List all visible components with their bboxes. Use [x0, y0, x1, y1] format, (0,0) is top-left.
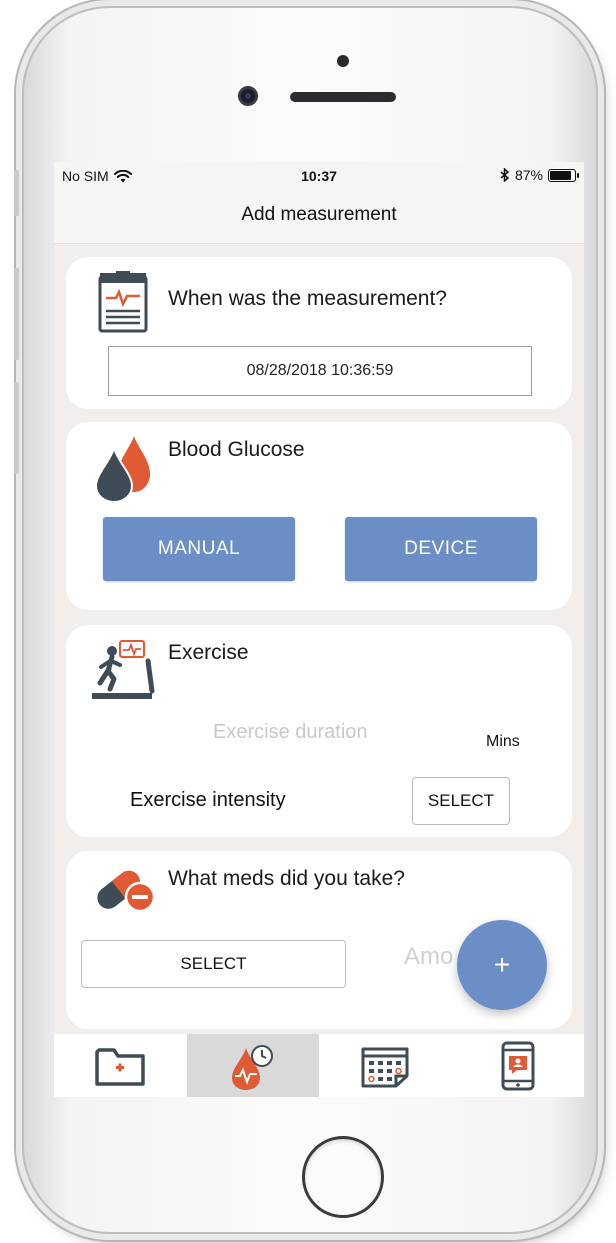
- measurement-datetime-field[interactable]: 08/28/2018 10:36:59: [108, 346, 532, 396]
- medical-folder-icon: [95, 1047, 145, 1086]
- clipboard-chart-icon: [98, 271, 148, 333]
- volume-up-button: [14, 268, 19, 360]
- exercise-title: Exercise: [168, 641, 249, 664]
- treadmill-icon: [92, 640, 155, 699]
- blood-timer-icon: [231, 1044, 273, 1090]
- exercise-intensity-select[interactable]: SELECT: [412, 777, 510, 825]
- page-title: Add measurement: [241, 204, 397, 225]
- mute-switch: [14, 170, 19, 216]
- exercise-card: Exercise Exercise duration Mins Exercise…: [66, 625, 572, 837]
- battery-icon: [548, 168, 579, 182]
- remote-care-tab[interactable]: [452, 1034, 585, 1097]
- blood-glucose-card: Blood Glucose MANUAL DEVICE: [66, 422, 572, 610]
- calendar-tab[interactable]: [319, 1034, 452, 1097]
- phone-chat-icon: [501, 1041, 535, 1090]
- medication-select[interactable]: SELECT: [81, 940, 346, 988]
- blood-glucose-title: Blood Glucose: [168, 438, 305, 461]
- home-button[interactable]: [302, 1136, 384, 1218]
- pill-capsule-icon: [97, 870, 156, 913]
- front-camera: [238, 86, 258, 106]
- device-entry-button[interactable]: DEVICE: [345, 517, 537, 581]
- measurement-time-card: When was the measurement? 08/28/2018 10:…: [66, 257, 572, 409]
- battery-level-fill: [550, 170, 571, 180]
- measurement-time-question: When was the measurement?: [168, 287, 447, 310]
- volume-down-button: [14, 382, 19, 474]
- meds-question: What meds did you take?: [168, 867, 405, 890]
- medication-amount-input[interactable]: Amo: [404, 943, 453, 971]
- calendar-icon: [361, 1047, 409, 1087]
- exercise-duration-input[interactable]: Exercise duration: [213, 721, 368, 744]
- duration-unit-label: Mins: [486, 733, 520, 750]
- bottom-tab-bar: [54, 1034, 584, 1097]
- bluetooth-icon: [500, 168, 510, 182]
- status-bar: No SIM 10:37 87%: [54, 162, 584, 190]
- exercise-intensity-label: Exercise intensity: [130, 789, 286, 811]
- add-floating-button[interactable]: +: [457, 920, 547, 1010]
- manual-entry-button[interactable]: MANUAL: [103, 517, 295, 581]
- blood-drops-icon: [94, 436, 150, 502]
- measurement-tab[interactable]: [186, 1034, 319, 1097]
- proximity-sensor: [337, 55, 349, 67]
- battery-percent: 87%: [514, 167, 543, 183]
- medical-record-tab[interactable]: [54, 1034, 187, 1097]
- navigation-bar: Add measurement: [54, 190, 584, 244]
- earpiece-speaker: [290, 92, 396, 102]
